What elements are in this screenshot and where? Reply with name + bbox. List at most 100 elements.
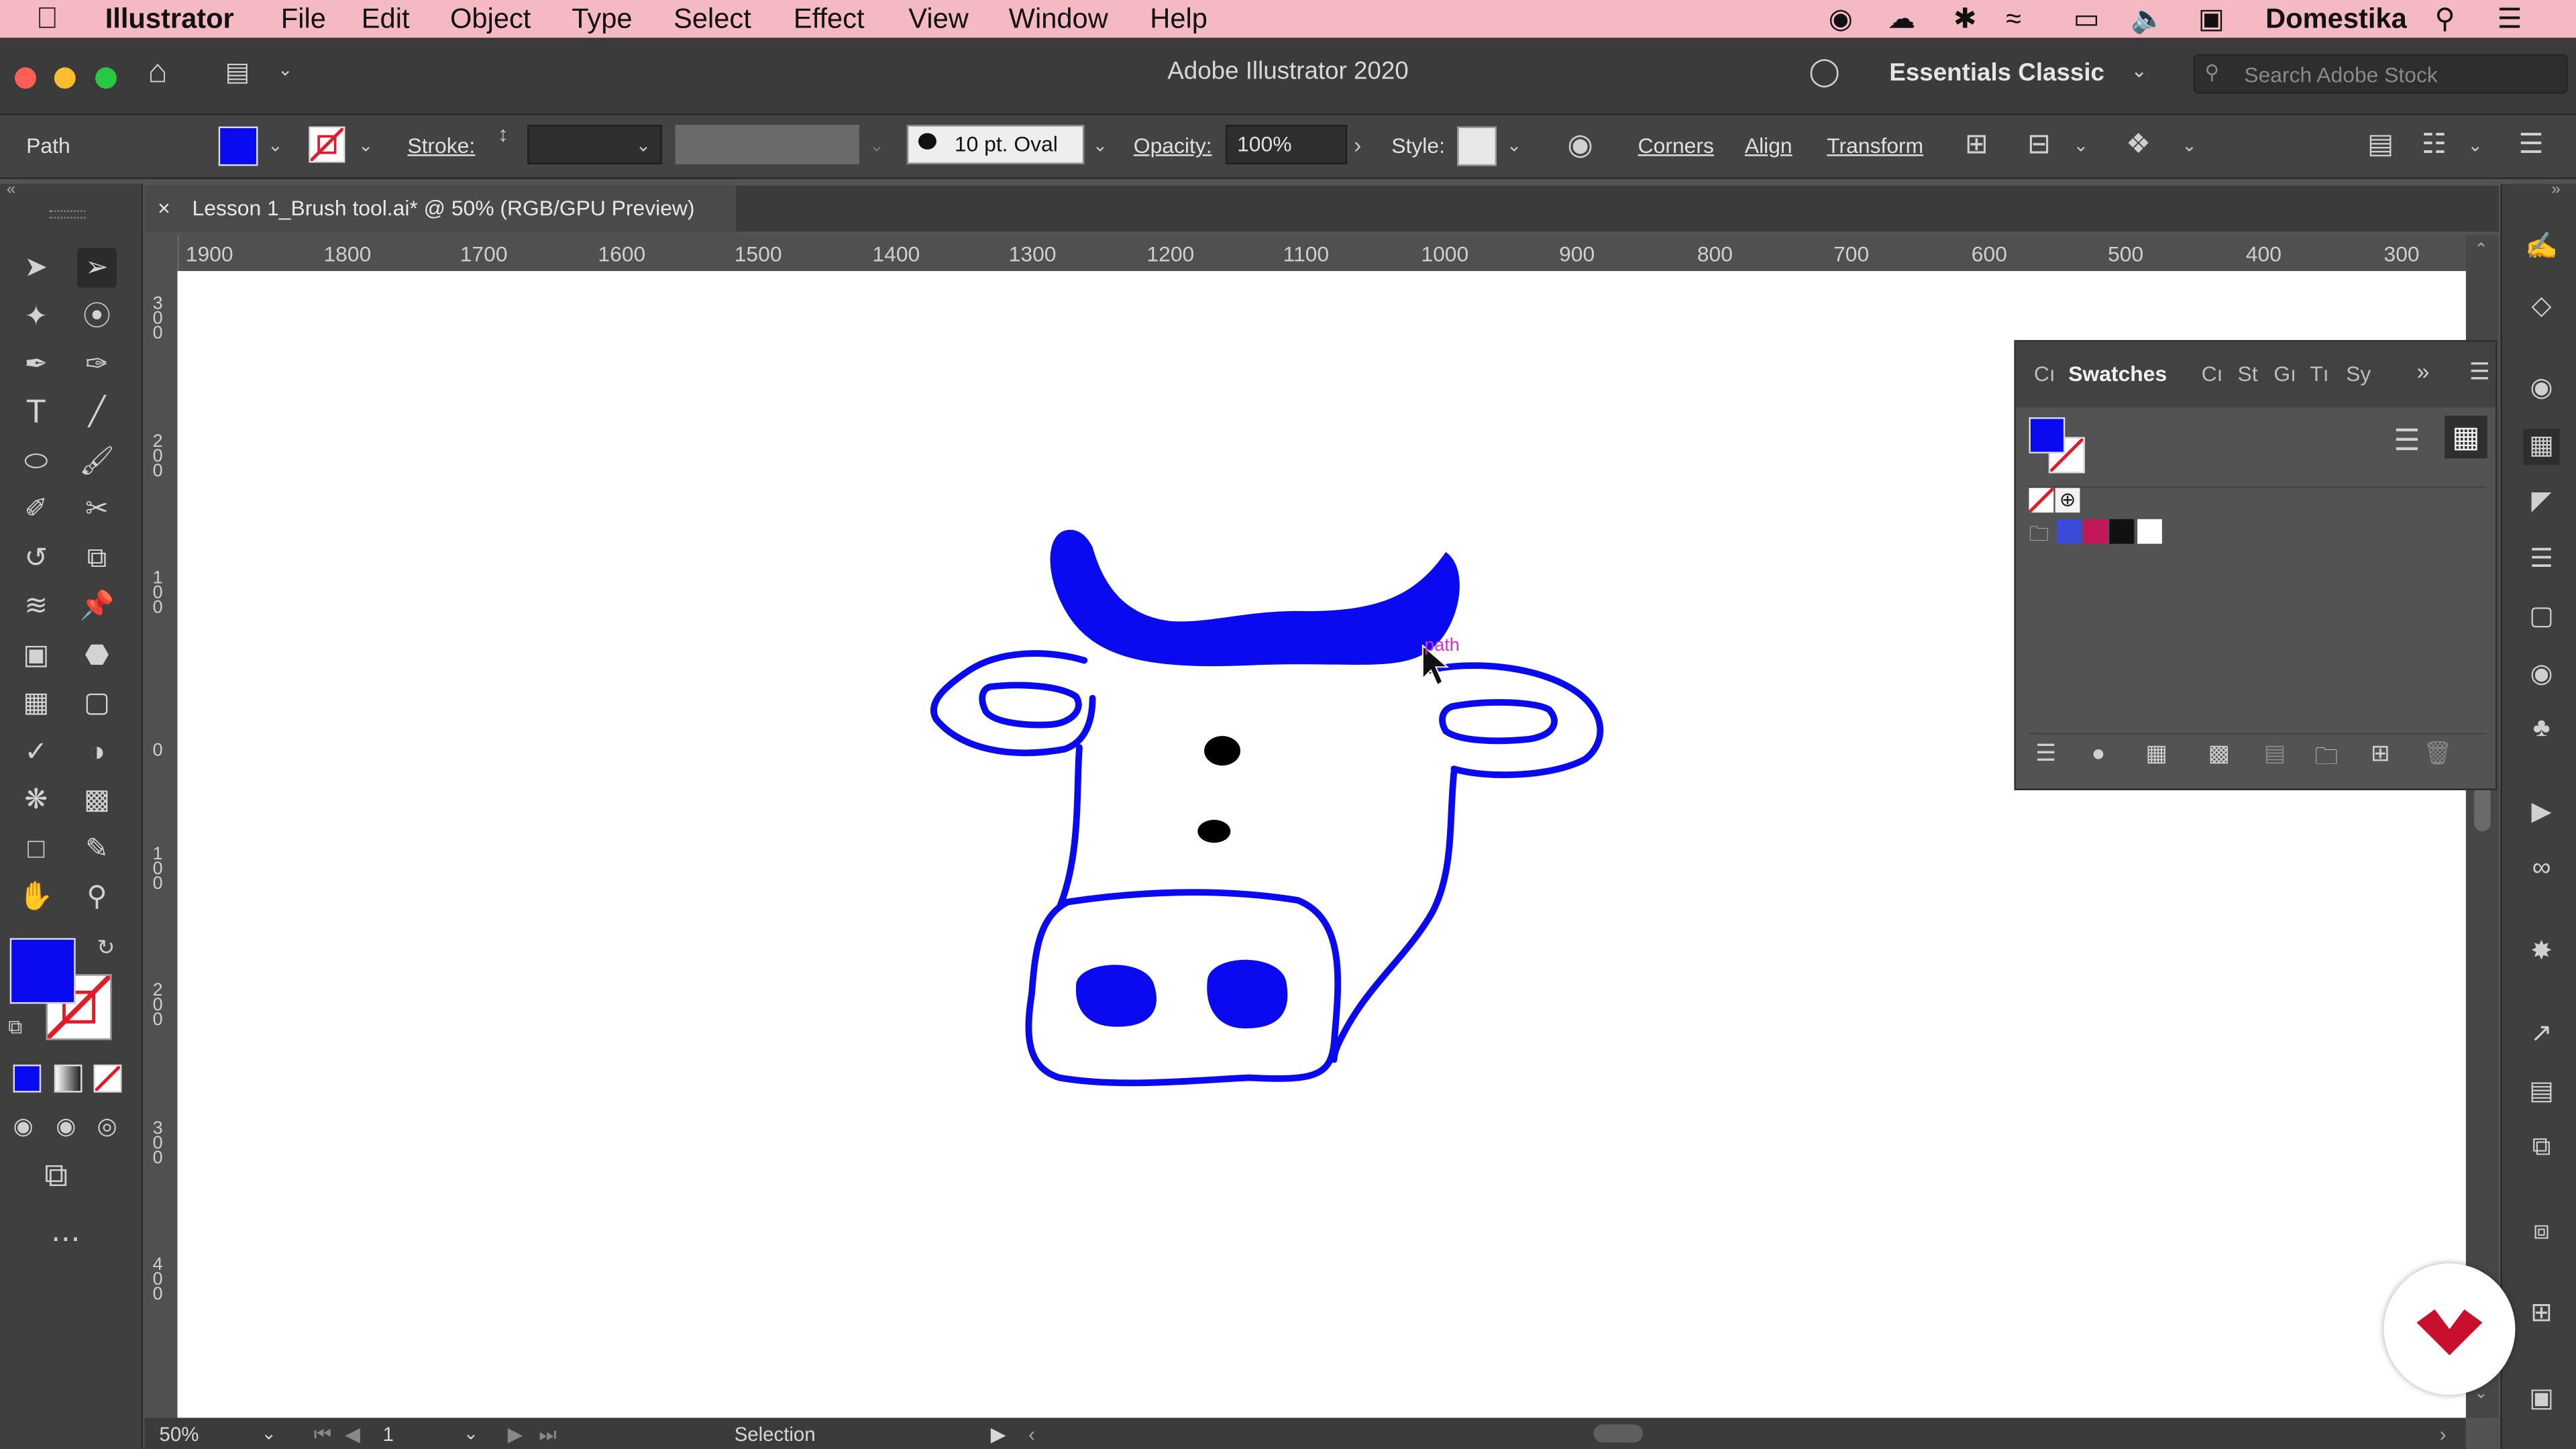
rotate-tool-icon[interactable]: ↺ xyxy=(16,539,56,578)
properties-icon[interactable]: ✍ xyxy=(2524,230,2560,266)
swatch-none[interactable] xyxy=(2027,486,2055,514)
variable-width-profile[interactable] xyxy=(675,125,859,164)
workspace-switcher[interactable]: Essentials Classic xyxy=(1889,59,2104,87)
spotlight-icon[interactable]: ⚲ xyxy=(2434,0,2455,38)
new-folder-icon[interactable]: 🗀 xyxy=(2315,739,2338,779)
curvature-tool-icon[interactable]: ✑ xyxy=(77,345,117,384)
artboard-chevron-icon[interactable]: ⌄ xyxy=(464,1423,479,1444)
draw-inside-icon[interactable]: ◎ xyxy=(97,1112,117,1140)
libraries-icon[interactable]: ◉ xyxy=(2524,371,2560,407)
appearance-icon[interactable]: ◉ xyxy=(2524,657,2560,694)
close-window-button[interactable] xyxy=(15,67,36,89)
swatch-options-icon[interactable]: ▦ xyxy=(2145,739,2167,767)
battery-icon[interactable]: ▣ xyxy=(2198,0,2224,38)
transform-panel-icon[interactable]: ⧈ xyxy=(2524,1214,2560,1250)
shaper-tool-icon[interactable]: ✐ xyxy=(16,490,56,529)
fill-chevron-icon[interactable]: ⌄ xyxy=(268,135,283,156)
stroke-weight-chevron-icon[interactable]: ⌄ xyxy=(636,135,651,156)
lightbulb-icon[interactable]: ◯ xyxy=(1809,56,1840,89)
tab-stroke[interactable]: St xyxy=(2238,362,2258,386)
document-tab-title[interactable]: Lesson 1_Brush tool.ai* @ 50% (RGB/GPU P… xyxy=(193,186,695,232)
scroll-left-icon[interactable]: ‹ xyxy=(1028,1423,1035,1446)
stroke-label[interactable]: Stroke: xyxy=(407,133,475,158)
slice-tool-icon[interactable]: ✎ xyxy=(77,830,117,869)
apple-icon[interactable]:  xyxy=(36,0,58,38)
swap-fill-stroke-icon[interactable]: ↻ xyxy=(97,934,115,961)
chevron-down-icon[interactable]: ⌄ xyxy=(2182,135,2197,156)
fill-color-box[interactable] xyxy=(9,938,76,1004)
menu-file[interactable]: File xyxy=(281,0,326,38)
gradient-icon[interactable]: ▢ xyxy=(2524,600,2560,636)
stroke-chevron-icon[interactable]: ⌄ xyxy=(358,135,374,156)
zoom-window-button[interactable] xyxy=(95,67,117,89)
show-swatch-kinds-icon[interactable]: ● xyxy=(2092,739,2106,765)
horizontal-ruler[interactable]: 1900 1800 1700 1600 1500 1400 1300 1200 … xyxy=(177,235,2466,273)
symbols-icon[interactable]: ♣ xyxy=(2524,711,2560,747)
symbol-sprayer-tool-icon[interactable]: ❋ xyxy=(16,780,56,820)
previous-artboard-icon[interactable]: ◀ xyxy=(345,1423,360,1446)
pen-tool-icon[interactable]: ✒ xyxy=(16,345,56,384)
collapse-dock-icon[interactable]: » xyxy=(2551,180,2561,199)
expand-panel-icon[interactable]: » xyxy=(2416,358,2429,384)
menu-window[interactable]: Window xyxy=(1009,0,1108,38)
scroll-right-icon[interactable]: › xyxy=(2440,1423,2447,1446)
image-trace-icon[interactable]: ✸ xyxy=(2524,934,2560,971)
menu-effect[interactable]: Effect xyxy=(794,0,865,38)
swatches-dock-icon[interactable]: ▦ xyxy=(2523,429,2560,466)
transform-link[interactable]: Transform xyxy=(1827,133,1923,158)
layers-icon[interactable]: ◇ xyxy=(2524,289,2560,325)
menu-select[interactable]: Select xyxy=(674,0,751,38)
tab-color-guide[interactable]: Cı xyxy=(2202,362,2223,386)
scale-tool-icon[interactable]: ⧉ xyxy=(77,539,117,578)
menu-help[interactable]: Help xyxy=(1150,0,1208,38)
zoom-tool-icon[interactable]: ⚲ xyxy=(77,877,117,917)
paintbrush-tool-icon[interactable]: 🖌 xyxy=(77,442,117,482)
free-transform-tool-icon[interactable]: ▣ xyxy=(16,636,56,676)
brush-chevron-icon[interactable]: ⌄ xyxy=(1093,135,1108,156)
tab-gradient[interactable]: Gı xyxy=(2273,362,2296,386)
isolate-object-icon[interactable]: ⊞ xyxy=(1965,128,1988,161)
screen-mode-icon[interactable]: ⧉ xyxy=(44,1159,68,1196)
vertical-scroll-thumb[interactable] xyxy=(2474,785,2491,832)
direct-selection-tool-icon[interactable]: ➢ xyxy=(77,248,117,288)
hand-tool-icon[interactable]: ✋ xyxy=(16,877,56,917)
status-menu-icon[interactable]: ▶ xyxy=(991,1423,1006,1446)
tab-transparency[interactable]: Tı xyxy=(2310,362,2328,386)
stock-search-input[interactable]: Search Adobe Stock xyxy=(2193,54,2568,94)
stroke-stepper-icon[interactable]: ↕ xyxy=(498,121,508,146)
align-link[interactable]: Align xyxy=(1745,133,1792,158)
new-swatch-icon[interactable]: ⊞ xyxy=(2371,739,2390,767)
blend-tool-icon[interactable]: ◑ xyxy=(77,733,117,772)
next-artboard-icon[interactable]: ▶ xyxy=(508,1423,523,1446)
gradient-mode-button[interactable] xyxy=(54,1064,83,1093)
puppet-warp-icon[interactable]: ❖ xyxy=(2126,128,2151,161)
opacity-arrow-icon[interactable]: › xyxy=(1354,131,1361,158)
chevron-down-icon[interactable]: ⌄ xyxy=(2074,135,2089,156)
tab-symbols[interactable]: Sy xyxy=(2346,362,2371,386)
stroke-icon[interactable]: ☰ xyxy=(2524,542,2560,578)
draw-behind-icon[interactable]: ◉ xyxy=(56,1112,76,1140)
eyedropper-tool-icon[interactable]: ✓ xyxy=(16,733,56,772)
arrange-documents-icon[interactable]: ▤ xyxy=(225,56,250,89)
new-color-group-icon[interactable]: ▩ xyxy=(2208,739,2229,767)
menu-object[interactable]: Object xyxy=(450,0,531,38)
scroll-up-icon[interactable]: ⌃ xyxy=(2474,241,2488,260)
default-fill-stroke-icon[interactable]: ⧉ xyxy=(8,1015,22,1040)
puppet-warp-tool-icon[interactable]: 📌 xyxy=(77,586,117,626)
menu-type[interactable]: Type xyxy=(572,0,632,38)
style-chevron-icon[interactable]: ⌄ xyxy=(1507,135,1522,156)
zoom-chevron-icon[interactable]: ⌄ xyxy=(261,1423,276,1444)
panel-menu-icon[interactable]: ☰ xyxy=(2469,358,2490,386)
lasso-tool-icon[interactable]: ⦿ xyxy=(77,297,117,337)
artboard-tool-icon[interactable]: □ xyxy=(16,830,56,869)
control-center-icon[interactable]: ☰ xyxy=(2497,0,2522,38)
recolor-artwork-icon[interactable]: ◉ xyxy=(1567,128,1593,162)
corners-link[interactable]: Corners xyxy=(1638,133,1714,158)
actions-icon[interactable]: ▶ xyxy=(2524,795,2560,831)
wifi-icon[interactable]: ≈ xyxy=(2006,0,2021,38)
airplay-icon[interactable]: ▭ xyxy=(2074,0,2100,38)
home-icon[interactable]: ⌂ xyxy=(148,54,168,92)
workspace-chevron-icon[interactable]: ⌄ xyxy=(2131,59,2147,82)
shape-builder-tool-icon[interactable]: ⬣ xyxy=(77,636,117,676)
close-tab-icon[interactable]: × xyxy=(158,186,170,232)
